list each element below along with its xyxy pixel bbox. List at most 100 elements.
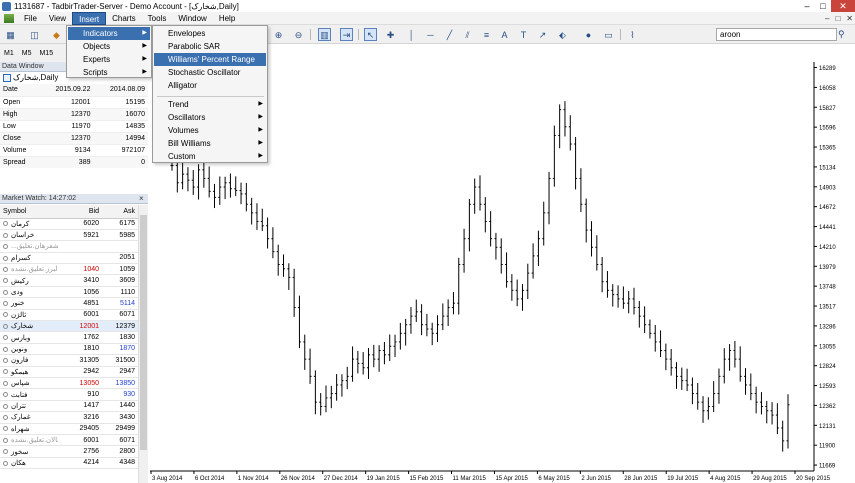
data-window-row: Spread 389 0 [0, 156, 148, 169]
minimize-button[interactable]: – [799, 0, 815, 12]
toolbar-separator [620, 29, 621, 40]
search-icon[interactable]: ⚲ [838, 29, 845, 40]
symbol-status-icon [3, 278, 8, 284]
menu-window[interactable]: Window [172, 12, 212, 25]
indicators-icon[interactable]: ⌇ [626, 28, 639, 41]
chart-window-icon[interactable] [4, 13, 14, 23]
market-watch-scrollbar[interactable] [138, 205, 148, 483]
profiles-icon[interactable]: ◫ [28, 28, 41, 41]
column-header-symbol[interactable]: Symbol [0, 205, 58, 219]
ask-cell: 1830 [102, 331, 138, 344]
market-watch-row[interactable]: ودی 1056 1110 [0, 286, 138, 299]
label-icon[interactable]: T [517, 28, 530, 41]
market-watch-row[interactable]: سخوز 2756 2800 [0, 445, 138, 458]
market-watch-row[interactable]: کرمان 6020 6175 [0, 218, 138, 230]
maximize-button[interactable]: □ [815, 0, 831, 12]
market-watch-row[interactable]: غمارک 3216 3430 [0, 411, 138, 424]
indicator-menu-item[interactable]: Parabolic SAR [154, 40, 266, 53]
insert-menu-item-label: Scripts [83, 68, 108, 77]
trendline-icon[interactable]: ╱ [443, 28, 456, 41]
symbol-name: کرمان [11, 220, 30, 228]
vertical-line-icon[interactable]: │ [405, 28, 418, 41]
timeframe-m1[interactable]: M1 [0, 50, 18, 57]
column-header-ask[interactable]: Ask [102, 205, 138, 219]
indicator-category-item[interactable]: Volumes ▶ [154, 124, 266, 137]
market-watch-row[interactable]: ونوین 1810 1870 [0, 343, 138, 356]
symbol-status-icon [3, 323, 8, 329]
insert-menu-item[interactable]: Objects ▶ [68, 40, 150, 53]
timeframe-m15[interactable]: M15 [35, 50, 57, 57]
x-tick-label: 19 Jul 2015 [667, 476, 699, 482]
cursor-icon[interactable]: ↖ [364, 28, 377, 41]
submenu-arrow-icon: ▶ [142, 43, 147, 49]
equidistant-channel-icon[interactable]: ⫽ [461, 28, 474, 41]
close-button[interactable]: ✕ [831, 0, 855, 12]
market-watch-row[interactable]: شخارک 12001 12379 [0, 320, 138, 333]
indicator-category-item[interactable]: Bill Williams ▶ [154, 137, 266, 150]
bid-cell: 31305 [58, 354, 102, 367]
indicator-menu-item[interactable]: Williams' Percent Range [154, 53, 266, 66]
text-icon[interactable]: A [498, 28, 511, 41]
crosshair-icon[interactable]: ✚ [384, 28, 397, 41]
close-icon[interactable]: × [139, 195, 144, 203]
templates-icon[interactable]: ▭ [602, 28, 615, 41]
mdi-restore-button[interactable]: □ [835, 14, 840, 23]
mdi-close-button[interactable]: ✕ [846, 14, 853, 23]
insert-menu-item[interactable]: Indicators ▶ [68, 27, 150, 40]
scrollbar-thumb[interactable] [140, 215, 147, 450]
market-watch-row[interactable]: شهراه 29405 29499 [0, 423, 138, 435]
market-watch-row[interactable]: فتابت 910 930 [0, 388, 138, 401]
mdi-minimize-button[interactable]: – [825, 14, 829, 23]
bid-cell: 4851 [58, 297, 102, 310]
menu-help[interactable]: Help [213, 12, 241, 25]
insert-menu-item[interactable]: Scripts ▶ [68, 66, 150, 79]
market-watch-row[interactable]: ثالژن 6001 6071 [0, 309, 138, 322]
insert-menu-item[interactable]: Experts ▶ [68, 53, 150, 66]
zoom-in-icon[interactable]: ⊕ [272, 28, 285, 41]
market-watch-row[interactable]: هکان 4214 4348 [0, 457, 138, 470]
market-watch-row[interactable]: کسرام 2051 [0, 252, 138, 265]
market-watch-row[interactable]: خنور 4851 5114 [0, 297, 138, 310]
x-tick-label: 1 Nov 2014 [238, 476, 269, 482]
market-watch-row[interactable]: ثالان.تعلیق.نشده 6001 6071 [0, 434, 138, 447]
shapes-icon[interactable]: ⬖ [556, 28, 569, 41]
indicator-menu-item[interactable]: Alligator [154, 79, 266, 92]
market-watch-row[interactable]: رکیش 3410 3609 [0, 274, 138, 287]
periods-icon[interactable]: ● [582, 28, 595, 41]
timeframe-m5[interactable]: M5 [18, 50, 36, 57]
symbol-status-icon [3, 266, 8, 272]
menu-charts[interactable]: Charts [106, 12, 142, 25]
auto-scroll-icon[interactable]: ⇥ [340, 28, 353, 41]
market-watch-row[interactable]: البرز.تعلیق.نشده 1040 1059 [0, 263, 138, 276]
menu-file[interactable]: File [18, 12, 43, 25]
indicator-category-item[interactable]: Trend ▶ [154, 98, 266, 111]
arrow-tool-icon[interactable]: ↗ [536, 28, 549, 41]
market-watch-row[interactable]: تتران 1417 1440 [0, 400, 138, 413]
menu-insert[interactable]: Insert [72, 11, 107, 25]
y-tick-label: 14441 [819, 225, 836, 231]
market-watch-row[interactable]: وبارس 1762 1830 [0, 331, 138, 344]
insert-menu-item-label: Experts [83, 55, 111, 64]
x-tick-label: 3 Aug 2014 [152, 476, 183, 482]
indicator-category-item[interactable]: Custom ▶ [154, 150, 266, 163]
history-icon[interactable]: ◆ [50, 28, 63, 41]
data-window-label: Spread [0, 156, 39, 169]
indicator-menu-item[interactable]: Envelopes [154, 27, 266, 40]
x-tick-label: 6 Oct 2014 [195, 476, 225, 482]
market-watch-row[interactable]: شپاس 13050 13850 [0, 377, 138, 390]
fibonacci-icon[interactable]: ≡ [480, 28, 493, 41]
zoom-out-icon[interactable]: ⊖ [292, 28, 305, 41]
market-watch-row[interactable]: ...شفرهان.تعلیق [0, 240, 138, 253]
indicator-menu-item[interactable]: Stochastic Oscillator [154, 66, 266, 79]
horizontal-line-icon[interactable]: ─ [424, 28, 437, 41]
market-watch-row[interactable]: خراسان 5921 5985 [0, 229, 138, 242]
column-header-bid[interactable]: Bid [58, 205, 102, 219]
new-chart-icon[interactable]: ▦ [4, 28, 17, 41]
search-input[interactable] [716, 28, 837, 41]
market-watch-row[interactable]: هیمکو 2942 2947 [0, 366, 138, 378]
menu-view[interactable]: View [43, 12, 72, 25]
indicator-category-item[interactable]: Oscillators ▶ [154, 111, 266, 124]
menu-tools[interactable]: Tools [142, 12, 173, 25]
tile-windows-icon[interactable]: ▥ [318, 28, 331, 41]
market-watch-row[interactable]: فارون 31305 31500 [0, 354, 138, 367]
